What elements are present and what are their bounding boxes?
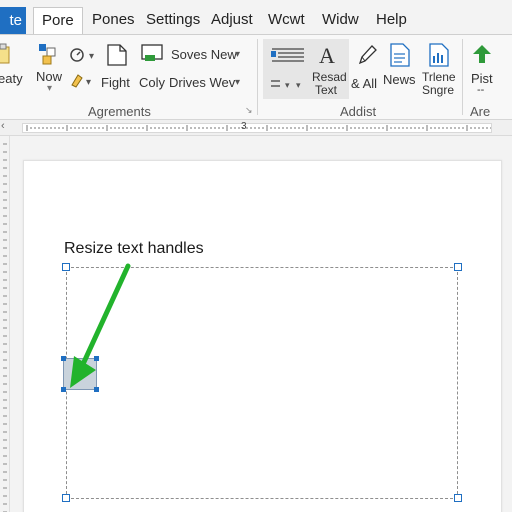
word-processor-window: te Pore Pones Settings Adjust Wcwt Widw … xyxy=(0,0,512,512)
green-arrow-icon xyxy=(70,263,131,388)
